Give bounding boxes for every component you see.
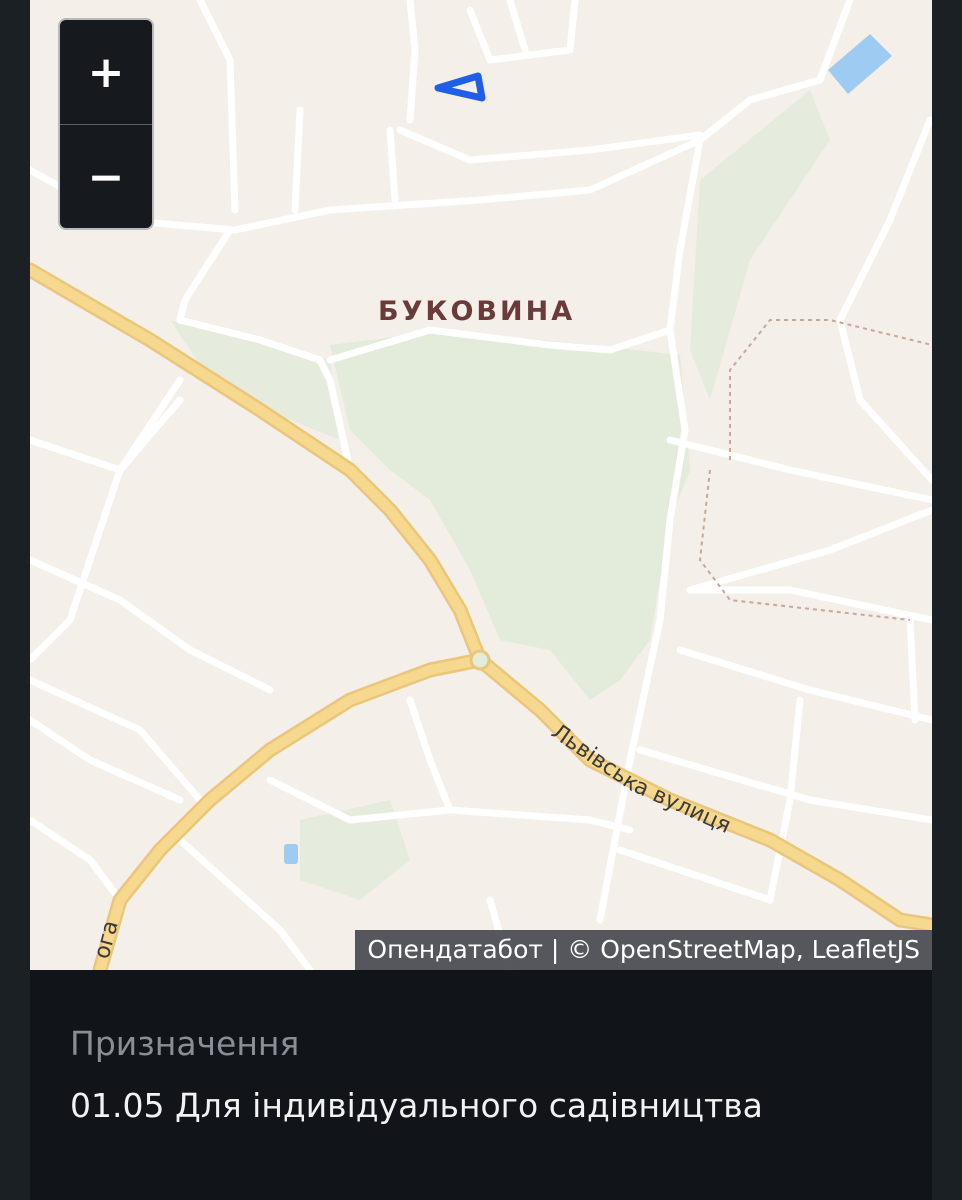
purpose-label: Призначення xyxy=(70,1024,300,1063)
parcel-marker xyxy=(434,72,486,102)
zoom-control: + − xyxy=(58,18,154,230)
place-label: БУКОВИНА xyxy=(378,296,576,327)
forest-area xyxy=(330,330,690,700)
attribution-separator: | xyxy=(542,935,568,964)
roundabout xyxy=(469,649,491,671)
map-attribution: Опендатабот | © OpenStreetMap, LeafletJS xyxy=(355,930,932,970)
attribution-osm-link[interactable]: © OpenStreetMap xyxy=(567,935,795,964)
map-tiles: Львівська вулиця ога xyxy=(30,0,932,970)
zoom-in-button[interactable]: + xyxy=(60,20,152,125)
attribution-leaflet-link[interactable]: LeafletJS xyxy=(812,935,920,964)
attribution-provider-link[interactable]: Опендатабот xyxy=(367,935,543,964)
map-view[interactable]: Львівська вулиця ога БУКОВИНА + − Опенда… xyxy=(30,0,932,970)
green-east xyxy=(690,90,830,400)
info-panel: Призначення 01.05 Для індивідуального са… xyxy=(30,970,932,1200)
purpose-value: 01.05 Для індивідуального садівництва xyxy=(70,1086,763,1125)
road-label-partial: ога xyxy=(90,918,124,962)
attribution-comma: , xyxy=(795,935,812,964)
pond xyxy=(284,844,298,864)
zoom-out-button[interactable]: − xyxy=(60,125,152,228)
